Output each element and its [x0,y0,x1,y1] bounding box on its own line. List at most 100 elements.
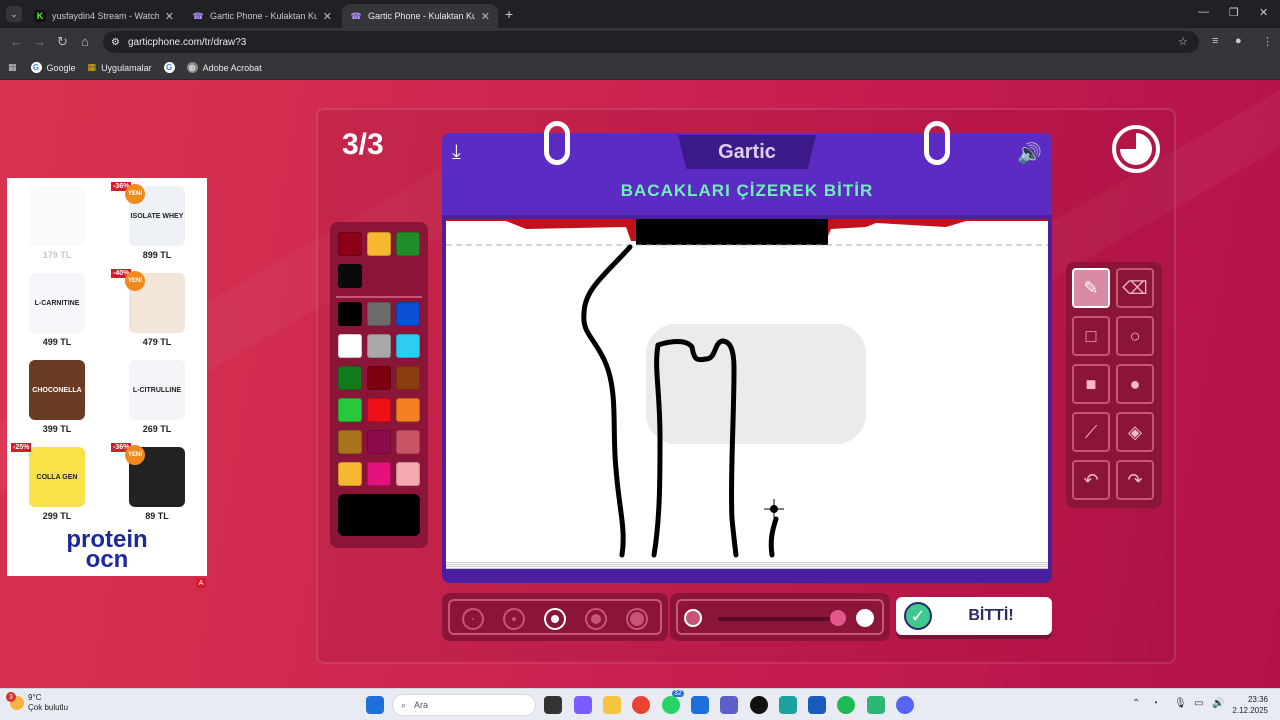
color-swatch[interactable] [367,462,391,486]
menu-icon[interactable]: ⋮ [1262,35,1273,48]
bookmark-google-2[interactable]: G [163,62,175,73]
ellipse-tool[interactable]: ○ [1116,316,1154,356]
apps-grid-icon[interactable]: ▦ [8,62,17,73]
bookmark-apps[interactable]: ▦ Uygulamalar [88,62,152,73]
microphone-icon[interactable]: 🎙 [1174,698,1187,709]
color-swatch[interactable] [396,334,420,358]
ad-product[interactable]: COLLA GEN 299 TL -25% [9,441,105,527]
reload-button[interactable]: ↻ [57,34,68,50]
color-swatch[interactable] [396,430,420,454]
color-swatch[interactable] [367,232,391,256]
tab-search-button[interactable]: ⌄ [6,6,22,22]
ad-product[interactable]: 179 TL [9,180,105,266]
ad-choices-badge[interactable]: A [196,578,206,588]
bookmark-google[interactable]: G Google [30,62,76,73]
brush-size-3[interactable] [544,608,566,630]
close-icon[interactable]: ✕ [165,10,174,23]
wifi-icon[interactable]: ▭ [1194,698,1203,709]
ad-product[interactable]: ISOLATE WHEY 899 TL -36% YENİ [109,180,205,266]
color-swatch[interactable] [396,302,420,326]
tab-kick-stream[interactable]: K yusfaydin4 Stream - Watch Live ✕ [26,4,182,28]
color-swatch[interactable] [396,366,420,390]
ad-product[interactable]: 479 TL -40% YENİ [109,267,205,353]
clock[interactable]: 23:36 2.12.2025 [1232,694,1268,716]
color-swatch[interactable] [367,366,391,390]
minimize-button[interactable]: — [1198,6,1209,18]
ad-product[interactable]: L-CITRULLINE 269 TL [109,354,205,440]
redo-tool[interactable]: ↷ [1116,460,1154,500]
word-icon[interactable] [808,696,826,714]
brush-size-1[interactable] [462,608,484,630]
close-icon[interactable]: ✕ [481,10,490,23]
home-button[interactable]: ⌂ [81,34,89,49]
color-swatch[interactable] [338,462,362,486]
taskbar-search[interactable]: ⌕ Ara [392,694,536,716]
close-icon[interactable]: ✕ [323,10,332,23]
new-tab-button[interactable]: + [505,6,513,22]
drawing-canvas[interactable] [446,219,1048,565]
address-bar[interactable]: ⚙ garticphone.com/tr/draw?3 [103,31,1199,53]
site-info-icon[interactable]: ⚙ [111,37,120,48]
download-icon[interactable]: ⤓ [452,141,461,164]
eraser-tool[interactable]: ⌫ [1116,268,1154,308]
task-view-icon[interactable] [544,696,562,714]
reading-list-icon[interactable]: ≡ [1212,35,1218,47]
color-swatch[interactable] [396,398,420,422]
back-button[interactable]: ← [10,34,23,49]
spotify-icon[interactable] [837,696,855,714]
chatgpt-icon[interactable] [750,696,768,714]
color-swatch[interactable] [367,302,391,326]
restore-button[interactable]: ❐ [1229,6,1239,19]
fill-tool[interactable]: ◈ [1116,412,1154,452]
color-swatch[interactable] [338,398,362,422]
rectangle-tool[interactable]: □ [1072,316,1110,356]
line-tool[interactable]: ⟋ [1072,412,1110,452]
speaker-icon[interactable]: 🔊 [1017,141,1042,166]
bookmark-adobe-acrobat[interactable]: ◍ Adobe Acrobat [186,62,262,73]
color-swatch[interactable] [338,264,362,288]
pencil-tool[interactable]: ✎ [1072,268,1110,308]
start-menu-icon[interactable] [366,696,384,714]
color-swatch[interactable] [338,366,362,390]
store-icon[interactable] [691,696,709,714]
ad-product[interactable]: 89 TL -36% YENİ [109,441,205,527]
undo-tool[interactable]: ↶ [1072,460,1110,500]
whatsapp-icon[interactable]: 32 [662,690,684,714]
ad-product[interactable]: L-CARNITINE 499 TL [9,267,105,353]
filled-rectangle-tool[interactable]: ■ [1072,364,1110,404]
opacity-slider-handle[interactable] [829,610,846,626]
color-swatch[interactable] [338,430,362,454]
opacity-track[interactable] [718,617,844,621]
weather-widget[interactable]: 3 9°C Çok bulutlu [6,692,68,713]
current-color-swatch[interactable] [338,494,420,536]
done-button[interactable]: ✓ BİTTİ! [896,597,1052,635]
ad-product[interactable]: CHOCONELLA 399 TL [9,354,105,440]
bookmark-star-icon[interactable]: ☆ [1178,35,1188,48]
advertisement[interactable]: 179 TL ISOLATE WHEY 899 TL -36% YENİ L-CARNIT… [7,178,207,576]
copilot-icon[interactable] [574,696,592,714]
color-swatch[interactable] [367,398,391,422]
color-swatch[interactable] [367,430,391,454]
discord-icon[interactable] [896,696,914,714]
tray-chevron-icon[interactable]: ⌃ [1132,698,1140,709]
volume-icon[interactable]: 🔊 [1212,698,1224,709]
window-close-button[interactable]: ✕ [1259,6,1268,19]
teams-icon[interactable] [720,696,738,714]
network-icon[interactable]: ◔ [1152,698,1158,709]
color-swatch[interactable] [396,462,420,486]
brush-size-5[interactable] [626,608,648,630]
chrome-icon[interactable] [632,696,650,714]
brush-size-4[interactable] [585,608,607,630]
android-icon[interactable] [867,696,885,714]
tab-gartic-2[interactable]: ☎ Gartic Phone - Kulaktan Kulağa ✕ [342,4,498,28]
forward-button[interactable]: → [33,34,46,49]
profile-avatar[interactable]: ● [1235,35,1242,47]
brush-size-2[interactable] [503,608,525,630]
color-swatch[interactable] [338,334,362,358]
color-swatch[interactable] [338,232,362,256]
color-swatch[interactable] [367,334,391,358]
color-swatch[interactable] [338,302,362,326]
photos-icon[interactable] [779,696,797,714]
tab-gartic-1[interactable]: ☎ Gartic Phone - Kulaktan Kulağa ✕ [184,4,340,28]
color-swatch[interactable] [396,232,420,256]
